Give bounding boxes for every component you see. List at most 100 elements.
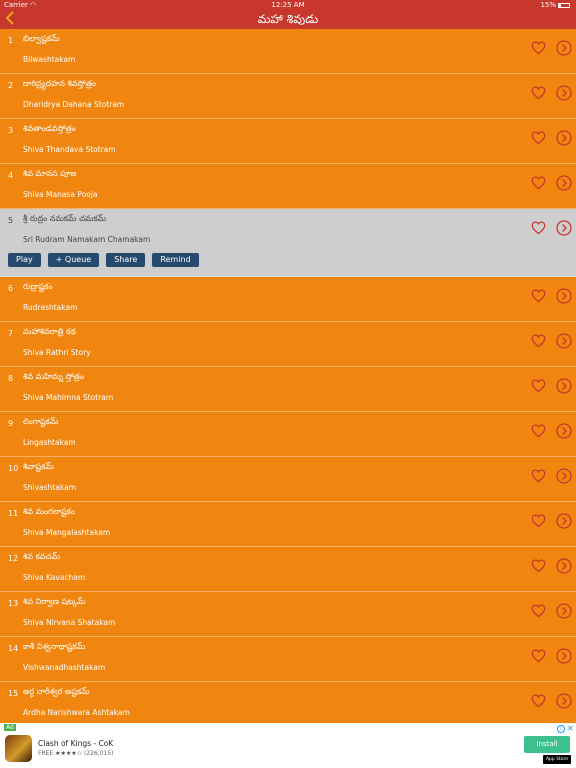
item-english-title: Lingashtakam bbox=[23, 438, 76, 447]
battery-indicator: 15% bbox=[540, 1, 570, 9]
item-number: 1 bbox=[8, 36, 14, 45]
list-item[interactable]: 6 రుద్రాష్టకం Rudrashtakam bbox=[0, 277, 576, 322]
chevron-right-icon[interactable] bbox=[556, 85, 572, 101]
list-item[interactable]: 2 దారిద్ర్యదహన శివస్తోత్రం Dharidrya Dahan… bbox=[0, 74, 576, 119]
ad-info-icon[interactable]: i bbox=[557, 725, 565, 733]
chevron-right-icon[interactable] bbox=[556, 130, 572, 146]
ad-banner[interactable]: Ad i ✕ Clash of Kings - CoK FREE ★★★★☆ (… bbox=[0, 723, 576, 768]
list-item[interactable]: 10 శివాష్టకమ్ Shivashtakam bbox=[0, 457, 576, 502]
navigation-bar: మహా శివుడు bbox=[0, 10, 576, 29]
favorite-heart-icon[interactable] bbox=[531, 175, 546, 190]
chevron-right-icon[interactable] bbox=[556, 378, 572, 394]
chevron-right-icon[interactable] bbox=[556, 333, 572, 349]
list-item[interactable]: 12 శివ కవచమ్ Shiva Kavacham bbox=[0, 547, 576, 592]
favorite-heart-icon[interactable] bbox=[531, 85, 546, 100]
item-telugu-title: శివ కవచమ్ bbox=[23, 552, 61, 561]
item-telugu-title: శ్రీ రుద్రం నమకమ్ చమకమ్ bbox=[23, 214, 107, 223]
ad-price: FREE bbox=[38, 750, 54, 757]
item-number: 6 bbox=[8, 284, 14, 293]
item-english-title: Shiva Thandava Stotram bbox=[23, 145, 116, 154]
ad-close-icon[interactable]: ✕ bbox=[567, 724, 574, 733]
chevron-right-icon[interactable] bbox=[556, 220, 572, 236]
favorite-heart-icon[interactable] bbox=[531, 333, 546, 348]
chevron-right-icon[interactable] bbox=[556, 468, 572, 484]
list-item[interactable]: 4 శివ మానస పూజ Shiva Manasa Pooja bbox=[0, 164, 576, 209]
item-telugu-title: బిల్వాష్టకమ్ bbox=[23, 34, 60, 43]
item-action-bar: Play + Queue Share Remind bbox=[8, 253, 199, 267]
favorite-heart-icon[interactable] bbox=[531, 40, 546, 55]
item-number: 3 bbox=[8, 126, 14, 135]
item-telugu-title: శివతాండవస్తోత్రం bbox=[23, 124, 76, 133]
chevron-right-icon[interactable] bbox=[556, 513, 572, 529]
list-item[interactable]: 15 అర్ధ నారీశ్వర అష్టకమ్ Ardha Narishwara … bbox=[0, 682, 576, 723]
item-number: 9 bbox=[8, 419, 14, 428]
page-title: మహా శివుడు bbox=[257, 12, 319, 26]
item-telugu-title: దారిద్ర్యదహన శివస్తోత్రం bbox=[23, 79, 96, 88]
item-number: 2 bbox=[8, 81, 14, 90]
app-icon[interactable] bbox=[5, 735, 32, 762]
list-item[interactable]: 11 శివ మంగలాష్టకం Shiva Mangalashtakam bbox=[0, 502, 576, 547]
favorite-heart-icon[interactable] bbox=[531, 558, 546, 573]
status-bar: Carrier ◠ 12:25 AM 15% bbox=[0, 0, 576, 10]
app-store-badge[interactable]: App Store bbox=[543, 755, 571, 764]
chevron-right-icon[interactable] bbox=[556, 40, 572, 56]
ad-meta: FREE ★★★★☆ (226,015) bbox=[38, 750, 113, 757]
favorite-heart-icon[interactable] bbox=[531, 513, 546, 528]
item-number: 5 bbox=[8, 216, 14, 225]
favorite-heart-icon[interactable] bbox=[531, 423, 546, 438]
item-english-title: Bilwashtakam bbox=[23, 55, 76, 64]
item-number: 7 bbox=[8, 329, 14, 338]
chevron-right-icon[interactable] bbox=[556, 693, 572, 709]
list-item[interactable]: 1 బిల్వాష్టకమ్ Bilwashtakam bbox=[0, 29, 576, 74]
status-time: 12:25 AM bbox=[271, 1, 305, 9]
item-number: 10 bbox=[8, 464, 19, 473]
item-telugu-title: శివ మహిమ్న స్తోత్రం bbox=[23, 372, 84, 381]
chevron-right-icon[interactable] bbox=[556, 603, 572, 619]
install-button[interactable]: Install bbox=[524, 736, 570, 753]
play-button[interactable]: Play bbox=[8, 253, 41, 267]
item-number: 13 bbox=[8, 599, 19, 608]
share-button[interactable]: Share bbox=[106, 253, 146, 267]
item-number: 15 bbox=[8, 689, 19, 698]
chevron-right-icon[interactable] bbox=[556, 423, 572, 439]
item-english-title: Shiva Kavacham bbox=[23, 573, 86, 582]
item-english-title: Shiva Nirvana Shatakam bbox=[23, 618, 116, 627]
list-item[interactable]: 9 లింగాష్టకమ్ Lingashtakam bbox=[0, 412, 576, 457]
favorite-heart-icon[interactable] bbox=[531, 603, 546, 618]
favorite-heart-icon[interactable] bbox=[531, 693, 546, 708]
list-item[interactable]: 7 మహాశివరాత్రి కథ Shiva Rathri Story bbox=[0, 322, 576, 367]
favorite-heart-icon[interactable] bbox=[531, 288, 546, 303]
list-item[interactable]: 14 కాశీ విశ్వనాథాష్టకమ్ Vishwanadhashtakam bbox=[0, 637, 576, 682]
list-item[interactable]: 3 శివతాండవస్తోత్రం Shiva Thandava Stotram bbox=[0, 119, 576, 164]
ad-stars: ★★★★☆ bbox=[55, 750, 83, 757]
chevron-right-icon[interactable] bbox=[556, 288, 572, 304]
favorite-heart-icon[interactable] bbox=[531, 220, 546, 235]
item-english-title: Ardha Narishwara Ashtakam bbox=[23, 708, 130, 717]
favorite-heart-icon[interactable] bbox=[531, 468, 546, 483]
list-item[interactable]: 5 శ్రీ రుద్రం నమకమ్ చమకమ్ Sri Rudram Namak… bbox=[0, 209, 576, 277]
ad-reviews: (226,015) bbox=[83, 750, 114, 757]
chevron-right-icon[interactable] bbox=[556, 175, 572, 191]
list-item[interactable]: 8 శివ మహిమ్న స్తోత్రం Shiva Mahimna Stotra… bbox=[0, 367, 576, 412]
ad-app-name: Clash of Kings - CoK bbox=[38, 739, 114, 748]
favorite-heart-icon[interactable] bbox=[531, 130, 546, 145]
item-english-title: Sri Rudram Namakam Chamakam bbox=[23, 235, 151, 244]
add-to-queue-button[interactable]: + Queue bbox=[47, 253, 100, 267]
stotram-list: 1 బిల్వాష్టకమ్ Bilwashtakam 2 దారిద్ర్యదహన శ… bbox=[0, 29, 576, 723]
list-item[interactable]: 13 శివ నిర్వాణ షట్కమ్ Shiva Nirvana Shatak… bbox=[0, 592, 576, 637]
chevron-right-icon[interactable] bbox=[556, 648, 572, 664]
item-number: 11 bbox=[8, 509, 19, 518]
item-english-title: Shiva Mangalashtakam bbox=[23, 528, 111, 537]
item-telugu-title: కాశీ విశ్వనాథాష్టకమ్ bbox=[23, 642, 86, 651]
favorite-heart-icon[interactable] bbox=[531, 378, 546, 393]
item-telugu-title: శివ మంగలాష్టకం bbox=[23, 507, 75, 516]
item-telugu-title: శివ నిర్వాణ షట్కమ్ bbox=[23, 597, 86, 606]
item-telugu-title: లింగాష్టకమ్ bbox=[23, 417, 59, 426]
item-telugu-title: శివ మానస పూజ bbox=[23, 169, 77, 178]
item-english-title: Shiva Mahimna Stotram bbox=[23, 393, 114, 402]
remind-button[interactable]: Remind bbox=[152, 253, 199, 267]
item-english-title: Shivashtakam bbox=[23, 483, 76, 492]
chevron-right-icon[interactable] bbox=[556, 558, 572, 574]
item-english-title: Dharidrya Dahana Stotram bbox=[23, 100, 125, 109]
favorite-heart-icon[interactable] bbox=[531, 648, 546, 663]
